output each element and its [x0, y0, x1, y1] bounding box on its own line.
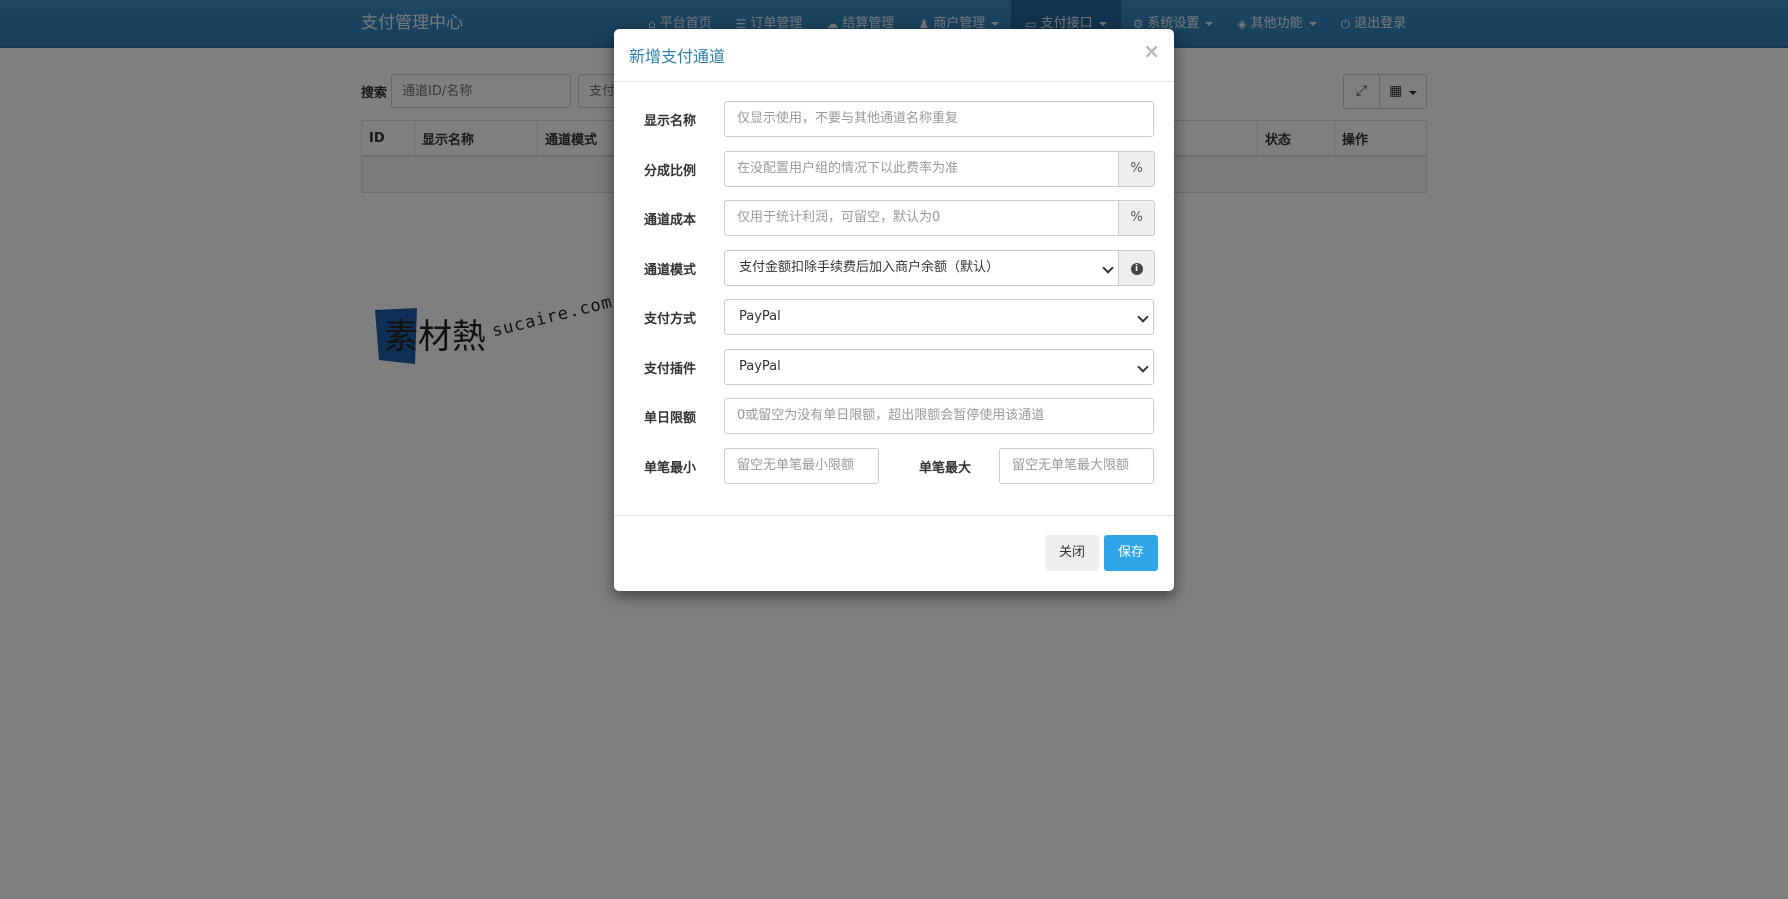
- field-label: 单笔最小: [644, 461, 697, 476]
- field-label: 支付方式: [644, 312, 697, 327]
- split-ratio-input[interactable]: 在没配置用户组的情况下以此费率为准: [724, 151, 1119, 187]
- close-button[interactable]: 关闭: [1045, 535, 1100, 571]
- field-label: 显示名称: [644, 114, 697, 129]
- save-button[interactable]: 保存: [1104, 535, 1159, 571]
- chevron-down-icon: [1137, 311, 1149, 323]
- percent-addon: %: [1119, 151, 1155, 187]
- modal-header: 新增支付通道 ×: [614, 29, 1174, 82]
- modal-title: 新增支付通道: [629, 47, 726, 66]
- form-row-pay-method: 支付方式 PayPal: [614, 299, 1174, 335]
- min-amount-input[interactable]: 留空无单笔最小限额: [724, 448, 879, 484]
- form-row-amount-range: 单笔最小 留空无单笔最小限额 单笔最大 留空无单笔最大限额: [614, 448, 1174, 484]
- form-row-channel-mode: 通道模式 支付金额扣除手续费后加入商户余额（默认） i: [614, 250, 1174, 286]
- info-icon: i: [1130, 263, 1143, 275]
- form-row-display-name: 显示名称 仅显示使用，不要与其他通道名称重复: [614, 101, 1174, 137]
- modal-footer: 关闭 保存: [614, 515, 1174, 592]
- select-value: PayPal: [739, 309, 781, 324]
- channel-cost-input[interactable]: 仅用于统计利润，可留空，默认为0: [724, 200, 1119, 236]
- field-label: 单笔最大: [919, 461, 972, 476]
- chevron-down-icon: [1137, 361, 1149, 373]
- select-value: 支付金额扣除手续费后加入商户余额（默认）: [739, 260, 1000, 275]
- pay-method-select[interactable]: PayPal: [724, 299, 1154, 335]
- field-label: 通道模式: [644, 263, 697, 278]
- add-channel-modal: 新增支付通道 × 显示名称 仅显示使用，不要与其他通道名称重复 分成比例 在没配…: [614, 29, 1174, 591]
- field-label: 通道成本: [644, 213, 697, 228]
- select-value: PayPal: [739, 359, 781, 374]
- percent-addon: %: [1119, 200, 1155, 236]
- close-icon[interactable]: ×: [1143, 39, 1160, 63]
- form-row-channel-cost: 通道成本 仅用于统计利润，可留空，默认为0 %: [614, 200, 1174, 236]
- field-label: 单日限额: [644, 411, 697, 426]
- chevron-down-icon: [1102, 262, 1114, 274]
- info-addon[interactable]: i: [1119, 250, 1155, 286]
- form-row-daily-limit: 单日限额 0或留空为没有单日限额，超出限额会暂停使用该通道: [614, 398, 1174, 434]
- max-amount-input[interactable]: 留空无单笔最大限额: [999, 448, 1154, 484]
- channel-mode-select[interactable]: 支付金额扣除手续费后加入商户余额（默认）: [724, 250, 1119, 286]
- field-label: 分成比例: [644, 164, 697, 179]
- form-row-split-ratio: 分成比例 在没配置用户组的情况下以此费率为准 %: [614, 151, 1174, 187]
- field-label: 支付插件: [644, 362, 697, 377]
- display-name-input[interactable]: 仅显示使用，不要与其他通道名称重复: [724, 101, 1154, 137]
- daily-limit-input[interactable]: 0或留空为没有单日限额，超出限额会暂停使用该通道: [724, 398, 1154, 434]
- form-row-pay-plugin: 支付插件 PayPal: [614, 349, 1174, 385]
- pay-plugin-select[interactable]: PayPal: [724, 349, 1154, 385]
